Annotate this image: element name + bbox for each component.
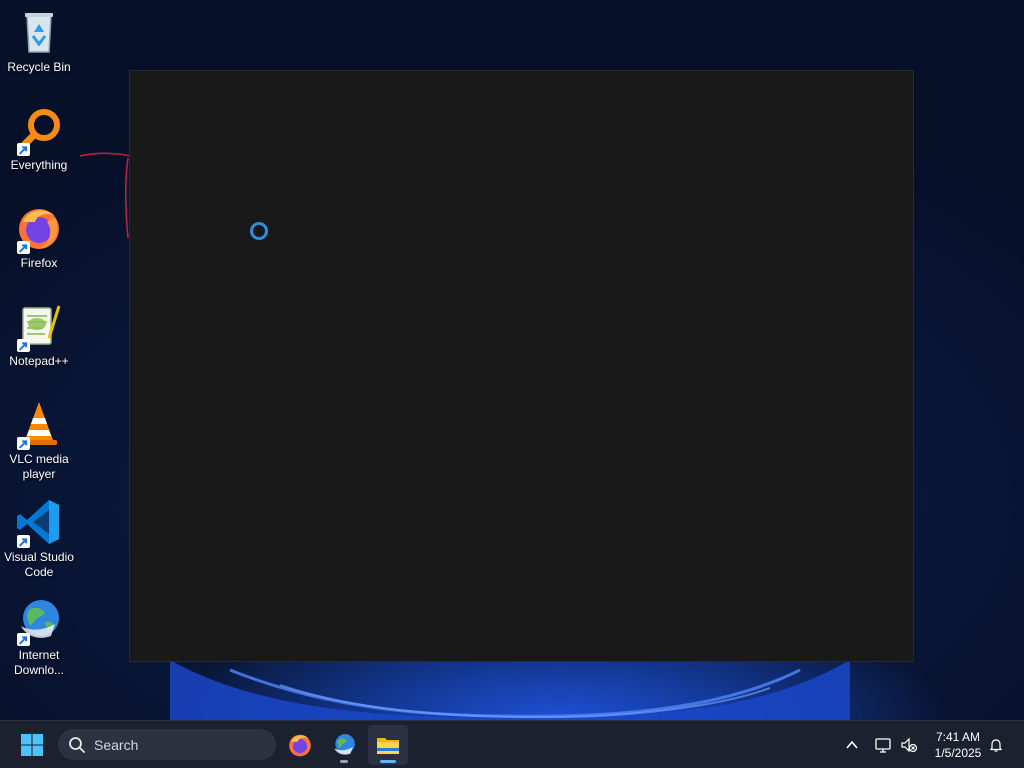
recycle-bin-icon — [15, 8, 63, 56]
desktop-icon-label: Visual Studio Code — [4, 550, 74, 579]
shortcut-arrow-icon — [17, 437, 30, 450]
desktop-icon-recycle-bin[interactable]: Recycle Bin — [0, 8, 78, 75]
internet-download-manager-icon — [334, 734, 355, 755]
shortcut-arrow-icon — [17, 241, 30, 254]
clock-date: 1/5/2025 — [934, 746, 982, 760]
active-indicator — [380, 760, 396, 763]
desktop: Recycle Bin Everything Firefox Notepad++… — [0, 0, 1024, 768]
shortcut-arrow-icon — [17, 535, 30, 548]
everything-search-icon — [15, 106, 63, 156]
shortcut-arrow-icon — [17, 633, 30, 646]
network-icon — [875, 738, 891, 753]
taskbar: Search 7:41 AM 1/5/2025 — [0, 720, 1024, 768]
network-status-button[interactable] — [871, 731, 895, 759]
show-hidden-icons-button[interactable] — [840, 731, 864, 759]
desktop-icon-label: VLC media player — [9, 452, 69, 481]
desktop-icon-internet-download-manager[interactable]: Internet Downlo... — [0, 596, 78, 678]
start-button[interactable] — [12, 725, 52, 765]
notifications-button[interactable] — [984, 731, 1008, 759]
windows-start-icon — [21, 734, 43, 756]
vscode-icon — [15, 498, 63, 548]
desktop-icon-vlc[interactable]: VLC media player — [0, 400, 78, 482]
firefox-icon — [15, 204, 63, 254]
volume-muted-icon — [901, 737, 918, 753]
shortcut-arrow-icon — [17, 339, 30, 352]
taskbar-app-internet-download-manager[interactable] — [324, 725, 364, 765]
taskbar-app-file-explorer[interactable] — [368, 725, 408, 765]
volume-button[interactable] — [897, 731, 921, 759]
desktop-icon-notepadpp[interactable]: Notepad++ — [0, 302, 78, 369]
vlc-icon — [15, 400, 63, 450]
search-placeholder: Search — [94, 736, 139, 753]
shortcut-arrow-icon — [17, 143, 30, 156]
desktop-icon-vscode[interactable]: Visual Studio Code — [0, 498, 78, 580]
file-explorer-icon — [377, 738, 399, 754]
desktop-icon-label: Recycle Bin — [7, 60, 71, 74]
loading-spinner-icon — [250, 222, 268, 240]
firefox-icon — [289, 734, 311, 757]
taskbar-clock[interactable]: 7:41 AM 1/5/2025 — [924, 729, 992, 761]
internet-download-manager-icon — [15, 596, 63, 646]
desktop-icon-firefox[interactable]: Firefox — [0, 204, 78, 271]
clock-time: 7:41 AM — [935, 730, 981, 744]
taskbar-search-box[interactable]: Search — [58, 729, 276, 760]
bell-icon — [989, 739, 1003, 752]
taskbar-app-firefox[interactable] — [280, 725, 320, 765]
notepadpp-icon — [15, 302, 63, 352]
loading-window[interactable] — [129, 70, 914, 662]
search-icon — [69, 736, 85, 753]
running-indicator — [340, 760, 348, 763]
desktop-icon-everything[interactable]: Everything — [0, 106, 78, 173]
chevron-up-icon — [846, 740, 858, 749]
